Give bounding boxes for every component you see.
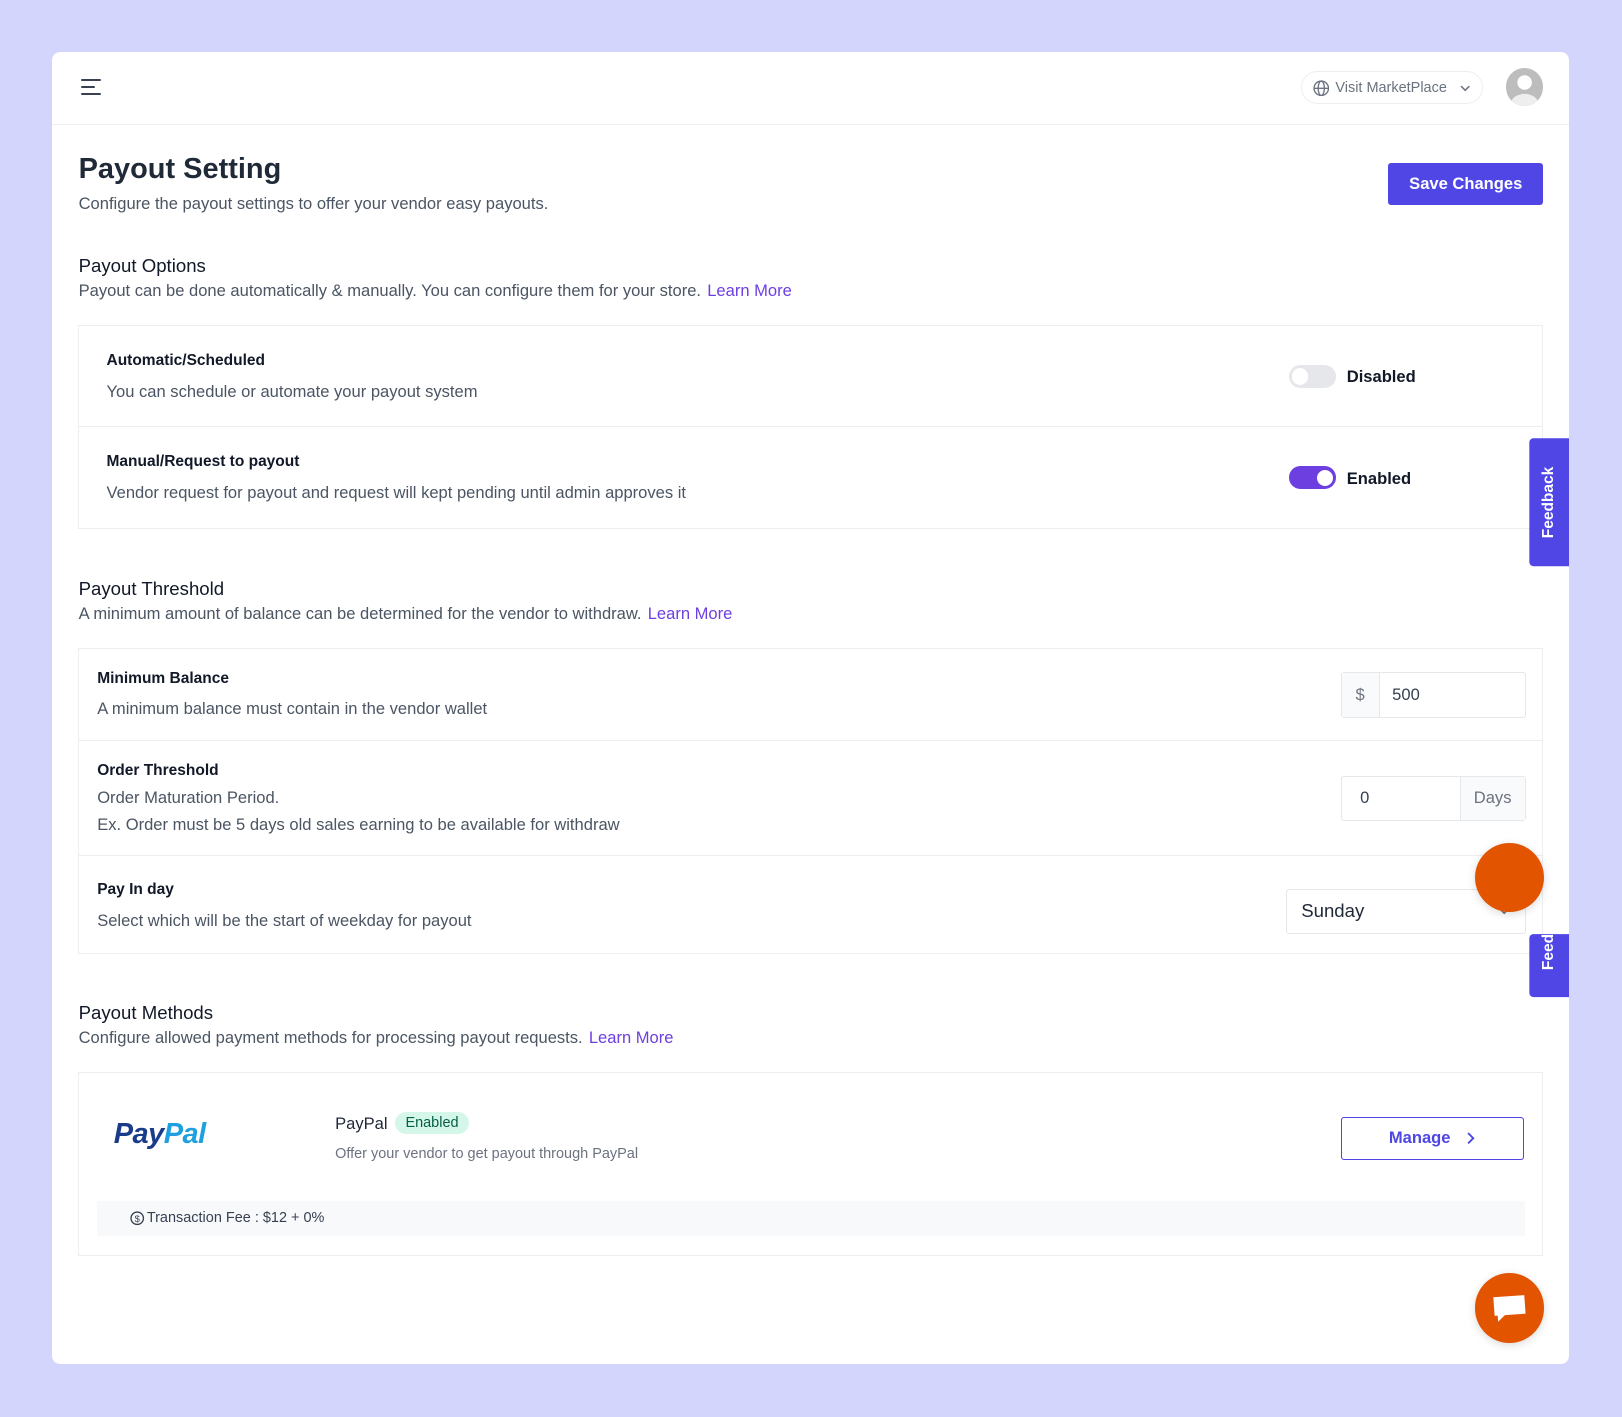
payout-methods-desc: Configure allowed payment methods for pr… — [78, 1028, 583, 1048]
option-title: Automatic/Scheduled — [106, 351, 265, 369]
feedback-tab-partial[interactable]: Feed — [1528, 934, 1570, 998]
payout-methods-title: Payout Methods — [78, 1002, 214, 1024]
feedback-tab[interactable]: Feedback — [1528, 437, 1570, 566]
payout-threshold-desc: A minimum amount of balance can be deter… — [78, 604, 642, 624]
payout-threshold-box: Minimum Balance A minimum balance must c… — [77, 647, 1544, 954]
chat-button[interactable] — [1475, 1273, 1545, 1343]
manual-toggle[interactable] — [1288, 466, 1337, 490]
visit-marketplace-dropdown[interactable]: Visit MarketPlace — [1301, 71, 1484, 105]
visit-marketplace-label: Visit MarketPlace — [1335, 79, 1447, 96]
status-badge: Enabled — [395, 1111, 469, 1135]
days-suffix: Days — [1459, 776, 1525, 821]
option-desc: Vendor request for payout and request wi… — [106, 482, 687, 502]
paypal-logo: PayPal — [113, 1118, 206, 1151]
minimum-balance-input[interactable]: $ 500 — [1340, 672, 1526, 718]
payout-options-learn-more-link[interactable]: Learn More — [707, 281, 792, 300]
row-desc-example: Ex. Order must be 5 days old sales earni… — [97, 814, 620, 834]
chevron-right-icon — [1467, 1132, 1475, 1145]
method-desc: Offer your vendor to get payout through … — [335, 1146, 639, 1163]
payout-options-desc: Payout can be done automatically & manua… — [78, 281, 702, 301]
toggle-state-label: Enabled — [1346, 468, 1412, 488]
toggle-state-label: Disabled — [1346, 367, 1416, 387]
manage-button[interactable]: Manage — [1340, 1117, 1524, 1160]
manage-label: Manage — [1388, 1128, 1451, 1148]
hamburger-menu-icon[interactable] — [80, 78, 102, 98]
payout-methods-learn-more-link[interactable]: Learn More — [589, 1028, 674, 1047]
row-title: Order Threshold — [97, 762, 219, 780]
payout-options-title: Payout Options — [78, 255, 206, 277]
minimum-balance-row: Minimum Balance A minimum balance must c… — [78, 649, 1543, 741]
paypal-method-card: PayPal PayPal Enabled Offer your vendor … — [77, 1071, 1544, 1256]
row-desc: Order Maturation Period. — [97, 788, 280, 808]
page-subtitle: Configure the payout settings to offer y… — [78, 194, 549, 214]
avatar[interactable] — [1506, 68, 1544, 106]
pay-in-day-row: Pay In day Select which will be the star… — [79, 856, 1543, 954]
row-desc: A minimum balance must contain in the ve… — [97, 699, 488, 719]
payout-threshold-title: Payout Threshold — [78, 578, 225, 600]
order-threshold-value: 0 — [1360, 788, 1370, 808]
order-threshold-input[interactable]: 0 Days — [1340, 775, 1526, 822]
minimum-balance-value: 500 — [1392, 685, 1420, 705]
transaction-fee-bar: $ Transaction Fee : $12 + 0% — [97, 1200, 1525, 1237]
chevron-down-icon — [1460, 85, 1471, 92]
row-title: Pay In day — [97, 881, 174, 899]
transaction-fee: Transaction Fee : $12 + 0% — [146, 1210, 325, 1227]
main-card: Visit MarketPlace Payout Setting Configu… — [51, 51, 1570, 1365]
row-desc: Select which will be the start of weekda… — [97, 911, 472, 931]
row-title: Minimum Balance — [97, 670, 229, 688]
option-desc: You can schedule or automate your payout… — [106, 381, 478, 401]
top-bar: Visit MarketPlace — [51, 52, 1570, 126]
option-automatic: Automatic/Scheduled You can schedule or … — [78, 326, 1543, 428]
globe-icon — [1312, 79, 1329, 96]
option-title: Manual/Request to payout — [106, 453, 300, 471]
automatic-toggle[interactable] — [1288, 365, 1337, 388]
svg-text:$: $ — [135, 1214, 141, 1224]
dollar-circle-icon: $ — [130, 1211, 145, 1226]
method-name: PayPal — [335, 1114, 388, 1133]
payout-threshold-learn-more-link[interactable]: Learn More — [648, 604, 733, 623]
payout-options-box: Automatic/Scheduled You can schedule or … — [77, 324, 1544, 529]
currency-prefix: $ — [1341, 673, 1380, 717]
chat-bubble-icon — [1493, 1295, 1526, 1323]
order-threshold-row: Order Threshold Order Maturation Period.… — [78, 741, 1543, 857]
save-changes-button[interactable]: Save Changes — [1388, 163, 1544, 205]
pay-in-day-value: Sunday — [1301, 900, 1365, 922]
option-manual: Manual/Request to payout Vendor request … — [79, 427, 1543, 529]
page-title: Payout Setting — [78, 153, 282, 186]
